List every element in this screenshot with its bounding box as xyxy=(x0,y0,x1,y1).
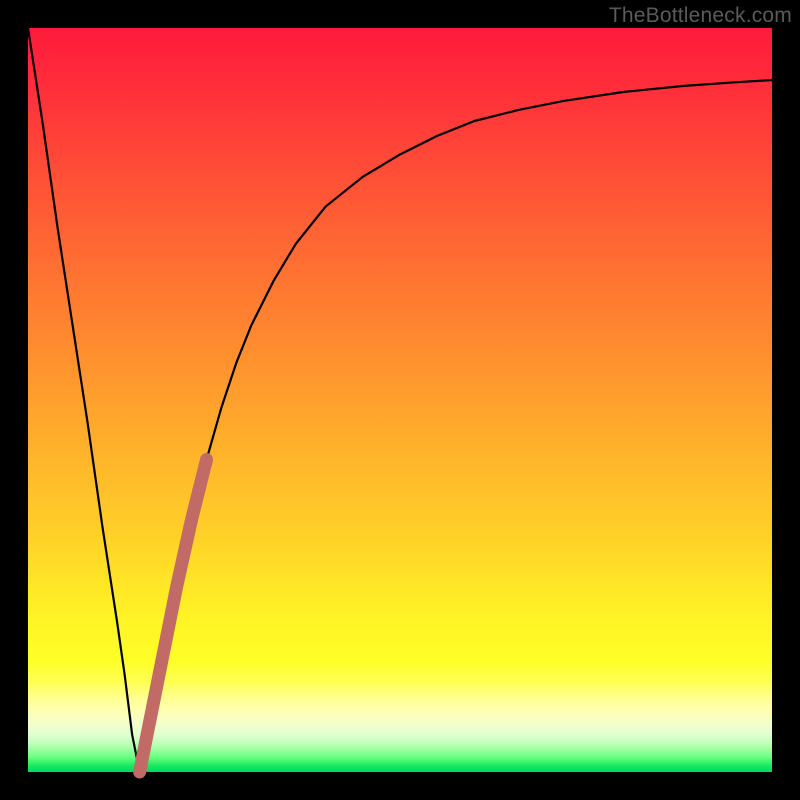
curve-layer xyxy=(28,28,772,772)
watermark-text: TheBottleneck.com xyxy=(609,4,792,28)
chart-frame: TheBottleneck.com xyxy=(0,0,800,800)
bottleneck-curve xyxy=(28,28,772,772)
plot-area xyxy=(28,28,772,772)
marker-segment xyxy=(140,460,207,772)
